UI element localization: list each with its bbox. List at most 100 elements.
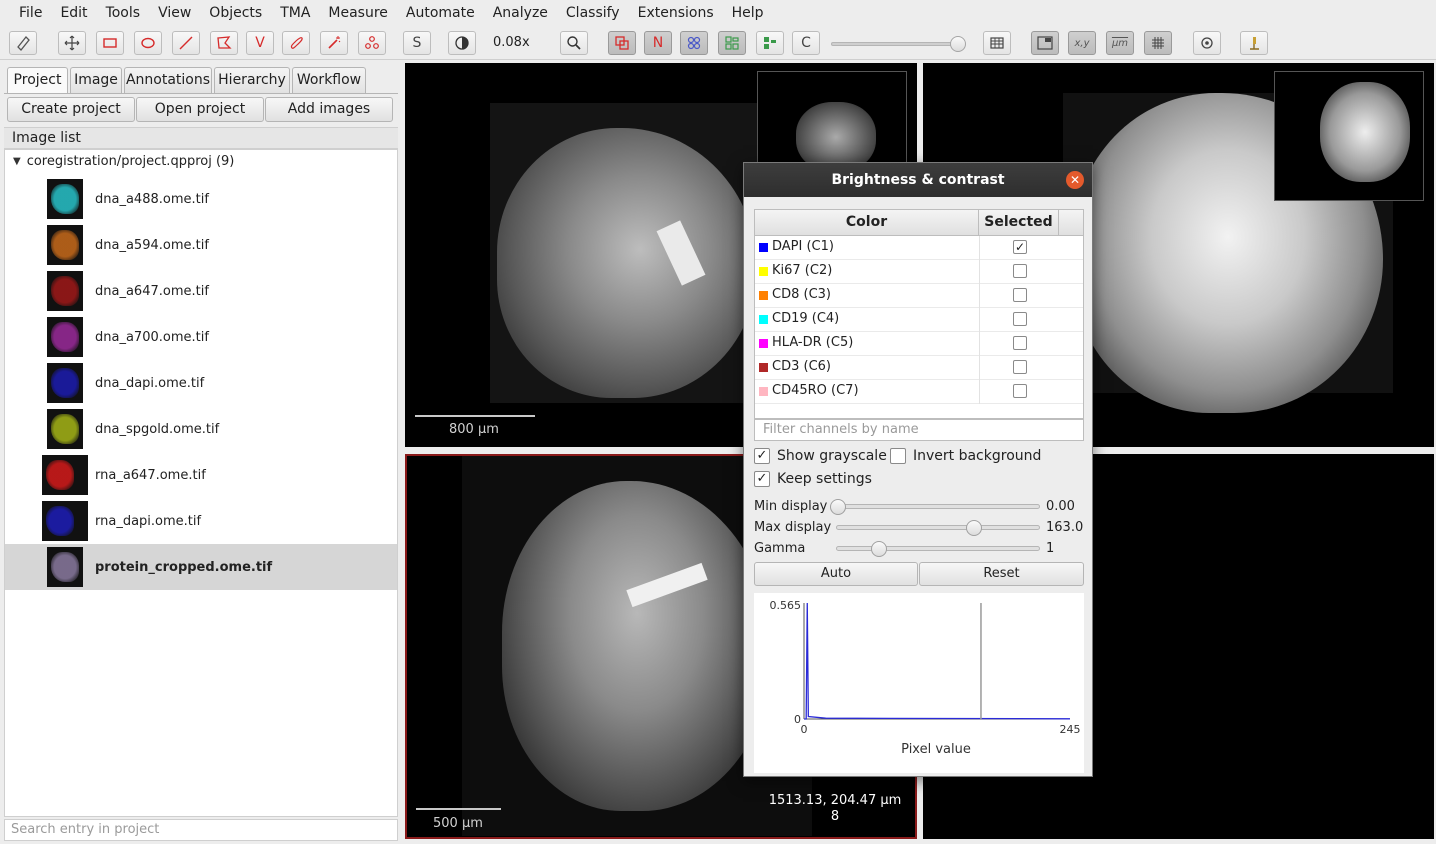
- max-display-slider[interactable]: [836, 525, 1040, 530]
- selection-mode-button[interactable]: S: [403, 31, 431, 55]
- move-tool-icon[interactable]: [58, 31, 86, 55]
- menu-objects[interactable]: Objects: [200, 0, 271, 26]
- scalebar-button[interactable]: µm: [1106, 31, 1134, 55]
- log-microscope-icon[interactable]: [1240, 31, 1268, 55]
- line-tool-icon[interactable]: [172, 31, 200, 55]
- channel-row[interactable]: CD8 (C3): [755, 284, 1083, 308]
- show-connections-button[interactable]: C: [792, 31, 820, 55]
- auto-button[interactable]: Auto: [754, 562, 918, 586]
- menu-tools[interactable]: Tools: [97, 0, 150, 26]
- fill-detections-icon[interactable]: [756, 31, 784, 55]
- thumbnail-tissue: [51, 414, 79, 444]
- menu-measure[interactable]: Measure: [319, 0, 397, 26]
- invert-background-checkbox[interactable]: [890, 448, 906, 464]
- show-detections-icon[interactable]: [718, 31, 746, 55]
- color-column-header[interactable]: Color: [755, 210, 979, 235]
- channel-row[interactable]: HLA-DR (C5): [755, 332, 1083, 356]
- histogram-y-max-label: 0.565: [770, 599, 802, 612]
- column-divider: [979, 380, 980, 404]
- show-tma-grid-icon[interactable]: [680, 31, 708, 55]
- overview-icon[interactable]: [1031, 31, 1059, 55]
- image-list-item[interactable]: rna_dapi.ome.tif: [5, 498, 397, 544]
- grid-icon[interactable]: [1144, 31, 1172, 55]
- overview-tissue: [1320, 82, 1410, 182]
- channel-table[interactable]: Color Selected DAPI (C1) ✓ Ki67 (C2) CD8 (C…: [754, 209, 1084, 419]
- overview-thumbnail[interactable]: [1274, 71, 1424, 201]
- measure-tool-icon[interactable]: [9, 31, 37, 55]
- channel-row[interactable]: CD3 (C6): [755, 356, 1083, 380]
- show-grayscale-checkbox[interactable]: ✓: [754, 448, 770, 464]
- add-images-button[interactable]: Add images: [265, 97, 393, 122]
- min-display-knob[interactable]: [830, 499, 846, 515]
- image-list-item[interactable]: rna_a647.ome.tif: [5, 452, 397, 498]
- tab-hierarchy[interactable]: Hierarchy: [214, 67, 290, 93]
- menu-edit[interactable]: Edit: [51, 0, 96, 26]
- channel-selected-checkbox[interactable]: ✓: [1013, 240, 1027, 254]
- channel-selected-checkbox[interactable]: [1013, 264, 1027, 278]
- channel-selected-checkbox[interactable]: [1013, 288, 1027, 302]
- rectangle-tool-icon[interactable]: [96, 31, 124, 55]
- project-tree[interactable]: ▼ coregistration/project.qpproj (9) dna_…: [4, 149, 398, 817]
- polyline-tool-icon[interactable]: V: [246, 31, 274, 55]
- open-project-button[interactable]: Open project: [136, 97, 264, 122]
- close-icon[interactable]: ✕: [1066, 171, 1084, 189]
- show-location-button[interactable]: x,y: [1068, 31, 1096, 55]
- channel-row[interactable]: Ki67 (C2): [755, 260, 1083, 284]
- image-list-item[interactable]: dna_a594.ome.tif: [5, 222, 397, 268]
- reset-button[interactable]: Reset: [919, 562, 1084, 586]
- brightness-contrast-icon[interactable]: [448, 31, 476, 55]
- keep-settings-label: Keep settings: [777, 471, 872, 487]
- show-annotations-icon[interactable]: [608, 31, 636, 55]
- measurement-table-icon[interactable]: [983, 31, 1011, 55]
- channel-selected-checkbox[interactable]: [1013, 312, 1027, 326]
- image-list-item[interactable]: dna_a700.ome.tif: [5, 314, 397, 360]
- gamma-slider[interactable]: [836, 546, 1040, 551]
- image-list-item[interactable]: protein_cropped.ome.tif: [5, 544, 397, 590]
- tab-workflow[interactable]: Workflow: [292, 67, 366, 93]
- image-list-item[interactable]: dna_spgold.ome.tif: [5, 406, 397, 452]
- opacity-slider[interactable]: [831, 42, 961, 46]
- channel-filter-input[interactable]: Filter channels by name: [754, 419, 1084, 441]
- project-search-input[interactable]: Search entry in project: [4, 819, 398, 841]
- image-list-item[interactable]: dna_a488.ome.tif: [5, 176, 397, 222]
- tab-project[interactable]: Project: [7, 67, 68, 93]
- image-name: dna_a700.ome.tif: [95, 329, 209, 345]
- show-names-button[interactable]: N: [644, 31, 672, 55]
- max-display-knob[interactable]: [965, 520, 982, 536]
- project-root[interactable]: ▼ coregistration/project.qpproj (9): [13, 154, 234, 169]
- ellipse-tool-icon[interactable]: [134, 31, 162, 55]
- brush-tool-icon[interactable]: [282, 31, 310, 55]
- tab-annotations[interactable]: Annotations: [124, 67, 212, 93]
- selected-column-header[interactable]: Selected: [979, 210, 1059, 235]
- channel-selected-checkbox[interactable]: [1013, 384, 1027, 398]
- zoom-to-fit-icon[interactable]: [560, 31, 588, 55]
- channel-row[interactable]: CD19 (C4): [755, 308, 1083, 332]
- points-tool-icon[interactable]: [358, 31, 386, 55]
- wand-tool-icon[interactable]: [320, 31, 348, 55]
- menu-classify[interactable]: Classify: [557, 0, 629, 26]
- expand-arrow-icon[interactable]: ▼: [13, 156, 21, 167]
- menu-extensions[interactable]: Extensions: [629, 0, 723, 26]
- menu-view[interactable]: View: [149, 0, 200, 26]
- opacity-slider-knob[interactable]: [950, 36, 966, 52]
- gamma-knob[interactable]: [870, 541, 887, 557]
- menu-file[interactable]: File: [10, 0, 51, 26]
- image-thumbnail: [47, 363, 83, 403]
- channel-row[interactable]: DAPI (C1) ✓: [755, 236, 1083, 260]
- keep-settings-checkbox[interactable]: ✓: [754, 471, 770, 487]
- image-list-item[interactable]: dna_a647.ome.tif: [5, 268, 397, 314]
- show-grayscale-label: Show grayscale: [777, 448, 887, 464]
- channel-selected-checkbox[interactable]: [1013, 336, 1027, 350]
- preferences-gear-icon[interactable]: [1193, 31, 1221, 55]
- tab-image[interactable]: Image: [70, 67, 122, 93]
- menu-analyze[interactable]: Analyze: [484, 0, 557, 26]
- create-project-button[interactable]: Create project: [7, 97, 135, 122]
- menu-automate[interactable]: Automate: [397, 0, 484, 26]
- menu-tma[interactable]: TMA: [271, 0, 319, 26]
- polygon-tool-icon[interactable]: [210, 31, 238, 55]
- channel-row[interactable]: CD45RO (C7): [755, 380, 1083, 404]
- channel-selected-checkbox[interactable]: [1013, 360, 1027, 374]
- menu-help[interactable]: Help: [723, 0, 773, 26]
- image-list-item[interactable]: dna_dapi.ome.tif: [5, 360, 397, 406]
- min-display-slider[interactable]: [836, 504, 1040, 509]
